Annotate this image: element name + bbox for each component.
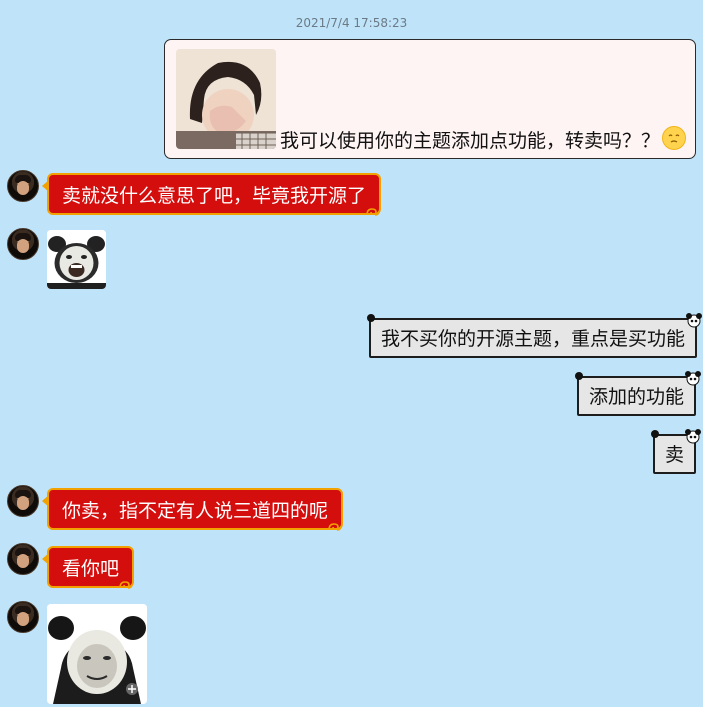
message-text: 你卖，指不定有人说三道四的呢: [62, 500, 329, 522]
contact-avatar[interactable]: [7, 543, 39, 575]
message-text: 我不买你的开源主题，重点是买功能: [381, 328, 686, 350]
contact-avatar[interactable]: [7, 228, 39, 260]
bubble-dot-icon: [575, 372, 583, 380]
outgoing-message-bubble[interactable]: 我可以使用你的主题添加点功能，转卖吗？？: [164, 39, 696, 159]
panda-corner-icon: [685, 429, 702, 444]
panda-corner-icon: [686, 313, 703, 328]
message-text: 看你吧: [62, 558, 120, 580]
laughing-meme-sticker[interactable]: [47, 230, 106, 289]
incoming-message-bubble[interactable]: 卖就没什么意思了吧，毕竟我开源了: [42, 173, 382, 216]
outgoing-message-bubble[interactable]: 添加的功能: [575, 371, 702, 416]
cloud-curl-icon: [119, 581, 133, 589]
message-text: 添加的功能: [589, 386, 685, 408]
message-text: 卖: [665, 444, 685, 466]
outgoing-message-bubble[interactable]: 卖: [651, 429, 702, 474]
bubble-dot-icon: [651, 430, 659, 438]
panda-corner-icon: [685, 371, 702, 386]
bubble-tail-icon: [42, 180, 49, 192]
outgoing-message-bubble[interactable]: 我不买你的开源主题，重点是买功能: [367, 313, 703, 358]
child-photo-image[interactable]: [176, 49, 276, 149]
chat-window: 2021/7/4 17:58:23 我可以使用你的主题添加点功能，转卖吗？？ 卖…: [0, 0, 703, 707]
incoming-message-bubble[interactable]: 你卖，指不定有人说三道四的呢: [42, 488, 344, 531]
message-timestamp: 2021/7/4 17:58:23: [295, 16, 408, 30]
message-text: 卖就没什么意思了吧，毕竟我开源了: [62, 185, 367, 207]
contact-avatar[interactable]: [7, 601, 39, 633]
bubble-dot-icon: [367, 314, 375, 322]
cloud-curl-icon: [328, 523, 342, 531]
incoming-message-bubble[interactable]: 看你吧: [42, 546, 135, 589]
message-text: 我可以使用你的主题添加点功能，转卖吗？？: [280, 130, 661, 152]
cloud-curl-icon: [366, 208, 380, 216]
panda-meme-sticker[interactable]: [47, 604, 147, 704]
contact-avatar[interactable]: [7, 170, 39, 202]
bubble-tail-icon: [42, 553, 49, 565]
bubble-tail-icon: [42, 495, 49, 507]
pleading-face-emoji-icon: [662, 126, 686, 150]
contact-avatar[interactable]: [7, 485, 39, 517]
